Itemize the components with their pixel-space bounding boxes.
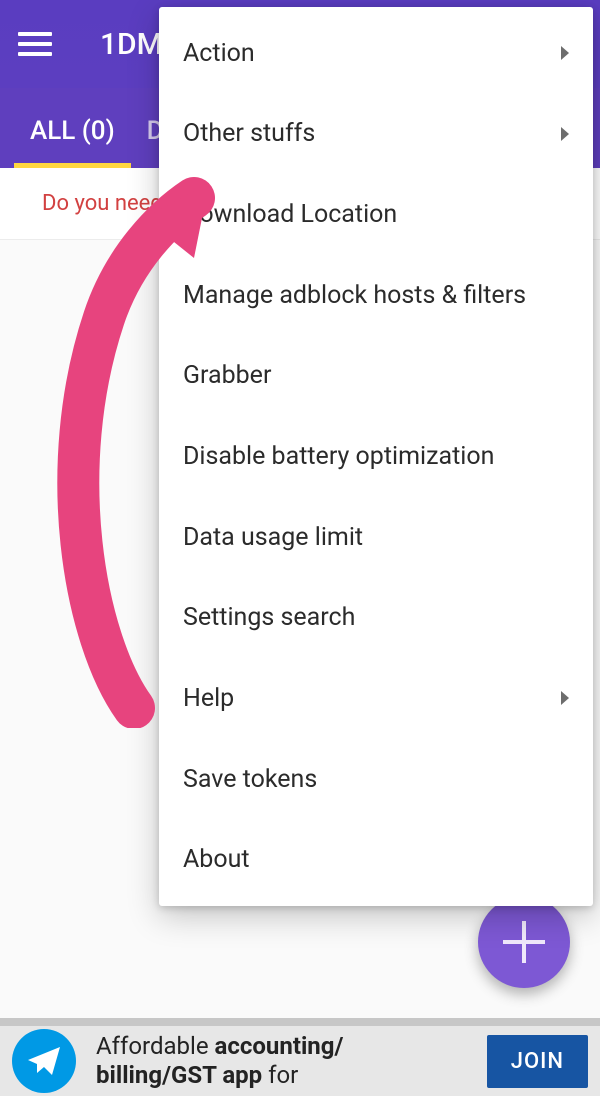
menu-label: Manage adblock hosts & filters [183, 281, 526, 310]
menu-label: Settings search [183, 603, 355, 632]
menu-item-settings-search[interactable]: Settings search [159, 577, 593, 658]
menu-icon[interactable] [18, 32, 52, 56]
menu-item-data-usage-limit[interactable]: Data usage limit [159, 497, 593, 578]
ad-join-button[interactable]: JOIN [487, 1035, 588, 1088]
menu-label: Grabber [183, 361, 271, 390]
app-title: 1DM [100, 27, 163, 62]
menu-item-manage-adblock[interactable]: Manage adblock hosts & filters [159, 255, 593, 336]
ad-text: Affordable accounting/ billing/GST app f… [96, 1032, 487, 1090]
paper-plane-icon [12, 1029, 76, 1093]
chevron-right-icon [561, 46, 569, 60]
menu-item-other-stuffs[interactable]: Other stuffs [159, 94, 593, 175]
menu-item-grabber[interactable]: Grabber [159, 336, 593, 417]
tab-all[interactable]: ALL (0) [14, 94, 131, 168]
chevron-right-icon [561, 127, 569, 141]
chevron-right-icon [561, 691, 569, 705]
menu-item-help[interactable]: Help [159, 658, 593, 739]
menu-item-disable-battery-opt[interactable]: Disable battery optimization [159, 416, 593, 497]
menu-label: About [183, 845, 250, 874]
menu-label: Action [183, 39, 255, 68]
menu-item-action[interactable]: Action [159, 13, 593, 94]
menu-label: Save tokens [183, 765, 317, 794]
menu-label: Download Location [183, 200, 397, 229]
menu-label: Other stuffs [183, 119, 315, 148]
menu-item-about[interactable]: About [159, 819, 593, 900]
add-fab[interactable] [478, 896, 570, 988]
menu-item-download-location[interactable]: Download Location [159, 174, 593, 255]
notice-text: Do you need [42, 191, 163, 216]
menu-label: Disable battery optimization [183, 442, 494, 471]
menu-label: Help [183, 684, 234, 713]
overflow-menu: Action Other stuffs Download Location Ma… [159, 7, 593, 906]
menu-label: Data usage limit [183, 523, 363, 552]
menu-item-save-tokens[interactable]: Save tokens [159, 739, 593, 820]
ad-banner[interactable]: Affordable accounting/ billing/GST app f… [0, 1018, 600, 1096]
